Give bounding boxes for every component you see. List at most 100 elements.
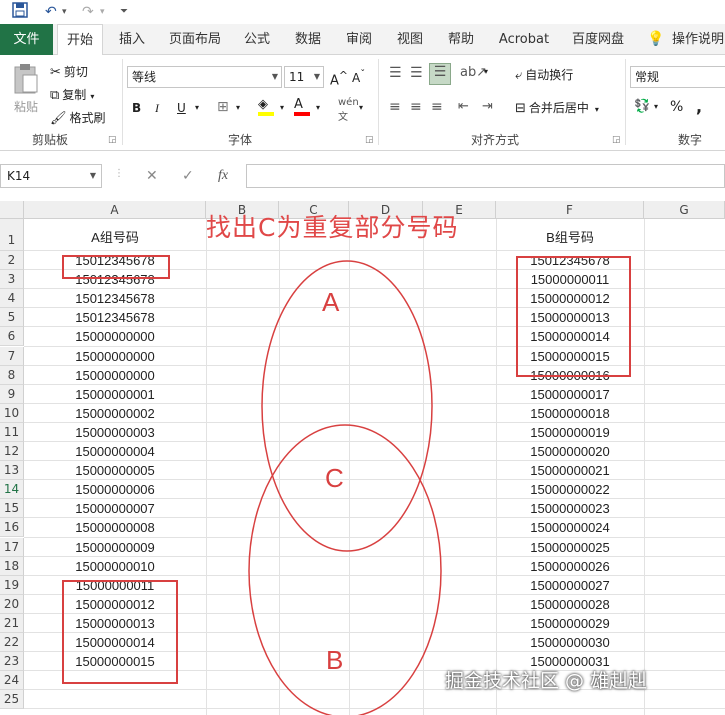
lightbulb-icon[interactable]: 💡	[646, 24, 666, 55]
customize-icon[interactable]: ⏷	[120, 2, 128, 22]
percent-button[interactable]: %	[670, 99, 683, 115]
tab-insert[interactable]: 插入	[110, 24, 154, 55]
clipboard-launcher-icon[interactable]: ◲	[108, 135, 117, 145]
annotation-title: 找出C为重复部分号码	[206, 213, 459, 242]
font-name-value: 等线	[132, 70, 157, 84]
fill-color-button[interactable]: ◈	[258, 97, 274, 116]
font-color-button[interactable]: A	[294, 97, 310, 116]
name-box-value: K14	[7, 169, 31, 183]
font-size-select[interactable]: 11 ▼	[284, 66, 324, 88]
group-divider	[122, 59, 123, 145]
font-group-label: 字体	[227, 133, 252, 147]
formula-input[interactable]	[246, 164, 725, 188]
chevron-down-icon: ▾	[90, 92, 95, 101]
align-bottom-icon[interactable]: ☰	[429, 63, 451, 85]
italic-button[interactable]: I	[155, 101, 159, 116]
save-icon[interactable]	[12, 2, 28, 22]
font-color-swatch	[294, 112, 310, 116]
number-format-value: 常规	[635, 70, 660, 84]
undo-dropdown-icon[interactable]: ▾	[62, 2, 67, 22]
paste-icon	[14, 64, 38, 94]
currency-icon[interactable]: 💱	[634, 99, 650, 114]
format-painter-button[interactable]: 🖌 格式刷	[50, 109, 106, 126]
chevron-down-icon[interactable]: ▾	[195, 103, 199, 112]
decrease-font-icon[interactable]: Aˇ	[352, 69, 365, 85]
scissors-icon: ✂	[50, 65, 61, 80]
alignment-launcher-icon[interactable]: ◲	[612, 135, 621, 145]
chevron-down-icon: ▼	[313, 72, 320, 81]
align-center-icon[interactable]: ≡	[410, 99, 422, 115]
align-left-icon[interactable]: ≡	[389, 99, 401, 115]
insert-function-icon[interactable]: fx	[218, 168, 228, 184]
chevron-down-icon[interactable]: ▾	[654, 102, 658, 111]
increase-indent-icon[interactable]: ⇥	[482, 99, 493, 114]
align-middle-icon[interactable]: ☰	[410, 65, 423, 81]
align-right-icon[interactable]: ≡	[431, 99, 443, 115]
phonetic-icon[interactable]: wén 文	[338, 97, 359, 123]
font-name-select[interactable]: 等线 ▼	[127, 66, 282, 88]
paste-label: 粘贴	[13, 100, 38, 114]
highlight-box-b-top	[516, 256, 631, 377]
tell-me-search[interactable]: 操作说明	[672, 24, 725, 55]
font-launcher-icon[interactable]: ◲	[365, 135, 374, 145]
chevron-down-icon: ▾	[594, 105, 599, 114]
chevron-down-icon[interactable]: ▾	[359, 103, 363, 112]
wrap-text-button[interactable]: ⤶ 自动换行	[515, 66, 573, 83]
format-painter-label: 格式刷	[69, 111, 106, 125]
border-icon[interactable]: ⊞	[217, 99, 229, 115]
name-box[interactable]: K14 ▼	[0, 164, 102, 188]
circle-label-c: C	[325, 463, 344, 493]
tab-data[interactable]: 数据	[287, 24, 329, 55]
tab-review[interactable]: 审阅	[338, 24, 380, 55]
redo-icon[interactable]: ↷	[82, 2, 94, 22]
group-divider	[625, 59, 626, 145]
tab-page-layout[interactable]: 页面布局	[162, 24, 228, 55]
decrease-indent-icon[interactable]: ⇤	[458, 99, 469, 114]
circle-b	[248, 424, 442, 715]
clipboard-group-label: 剪贴板	[31, 133, 68, 147]
undo-icon[interactable]: ↶	[45, 2, 57, 22]
chevron-down-icon: ▼	[271, 72, 278, 81]
circle-label-b: B	[326, 645, 344, 675]
align-top-icon[interactable]: ☰	[389, 65, 402, 81]
increase-font-icon[interactable]: A^	[330, 69, 348, 88]
highlight-box-a-top	[62, 255, 170, 279]
paint-bucket-icon: ◈	[258, 97, 268, 112]
copy-icon: ⧉	[50, 88, 60, 103]
copy-label: 复制	[62, 88, 87, 102]
tab-acrobat[interactable]: Acrobat	[493, 24, 555, 55]
cut-button[interactable]: ✂ 剪切	[50, 63, 88, 80]
brush-icon: 🖌	[50, 111, 67, 126]
tab-baidu-netdisk[interactable]: 百度网盘	[565, 24, 631, 55]
more-icon: ⋮	[114, 168, 124, 179]
tab-file[interactable]: 文件	[0, 24, 53, 55]
copy-button[interactable]: ⧉ 复制 ▾	[50, 86, 94, 103]
worksheet-grid: ABCDEFG 1 2 3 4 5 6 7 8 9 10 11 12 13 14 15 16 17 18 19 20 2…	[0, 201, 725, 715]
paste-button[interactable]: 粘贴	[8, 63, 44, 119]
chevron-down-icon: ▼	[89, 171, 96, 180]
confirm-icon[interactable]: ✓	[182, 168, 194, 184]
highlight-box-a-bottom	[62, 580, 178, 684]
chevron-down-icon[interactable]: ▾	[280, 103, 284, 112]
tab-home[interactable]: 开始	[57, 24, 103, 56]
bold-button[interactable]: B	[132, 101, 141, 115]
merge-center-label: 合并后居中	[528, 101, 589, 115]
merge-icon: ⊟	[515, 101, 526, 116]
redo-dropdown-icon[interactable]: ▾	[100, 2, 105, 22]
wrap-text-icon: ⤶	[515, 68, 523, 83]
number-group-label: 数字	[677, 133, 702, 147]
fill-color-swatch	[258, 112, 274, 116]
number-format-select[interactable]: 常规	[630, 66, 725, 88]
chevron-down-icon[interactable]: ▾	[316, 103, 320, 112]
tab-formulas[interactable]: 公式	[236, 24, 278, 55]
comma-button[interactable]: ,	[696, 97, 702, 116]
tab-view[interactable]: 视图	[389, 24, 431, 55]
cancel-icon[interactable]: ✕	[146, 168, 158, 184]
chevron-down-icon[interactable]: ▾	[484, 67, 488, 76]
tab-help[interactable]: 帮助	[440, 24, 482, 55]
circle-a	[261, 260, 433, 552]
underline-button[interactable]: U	[177, 101, 186, 115]
chevron-down-icon[interactable]: ▾	[236, 103, 240, 112]
merge-center-button[interactable]: ⊟ 合并后居中 ▾	[515, 99, 599, 116]
formula-bar: K14 ▼ ⋮ ✕ ✓ fx	[0, 151, 725, 201]
